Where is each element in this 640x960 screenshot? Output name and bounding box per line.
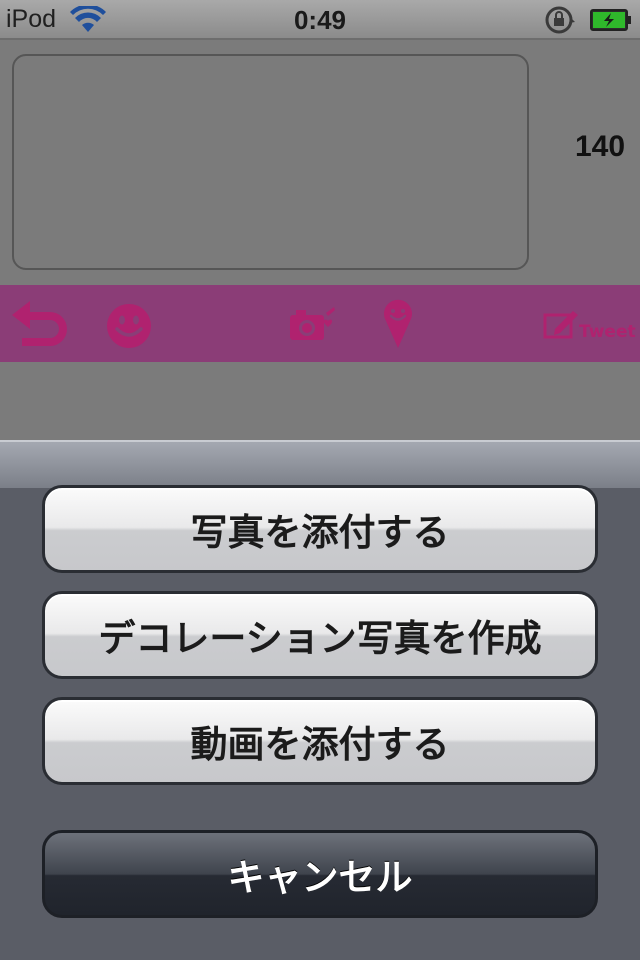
compose-toolbar: Tweet [0, 285, 640, 362]
cancel-button[interactable]: キャンセル [42, 830, 598, 918]
compose-area: 140 Tweet [0, 40, 640, 440]
rotation-lock-icon [545, 6, 575, 34]
camera-heart-icon [290, 307, 335, 340]
tweet-text-input[interactable] [12, 54, 529, 270]
back-arrow-icon [12, 301, 67, 346]
battery-icon [590, 9, 631, 31]
action-sheet: 写真を添付する デコレーション写真を作成 動画を添付する キャンセル [0, 440, 640, 960]
back-button[interactable] [8, 295, 74, 351]
tweet-label: Tweet [579, 322, 636, 342]
location-pin-icon [384, 299, 412, 348]
character-counter: 140 [574, 130, 626, 163]
emoji-button[interactable] [106, 303, 152, 349]
create-deco-photo-button[interactable]: デコレーション写真を作成 [42, 591, 598, 679]
location-button[interactable] [383, 299, 413, 349]
attach-video-button[interactable]: 動画を添付する [42, 697, 598, 785]
tweet-compose-icon: Tweet [543, 311, 636, 342]
tweet-button[interactable]: Tweet [543, 309, 637, 343]
attach-photo-button[interactable]: 写真を添付する [42, 485, 598, 573]
status-bar: iPod 0:49 [0, 0, 640, 40]
smiley-icon [107, 304, 151, 348]
action-sheet-header [0, 442, 640, 488]
photo-button[interactable] [288, 307, 336, 343]
